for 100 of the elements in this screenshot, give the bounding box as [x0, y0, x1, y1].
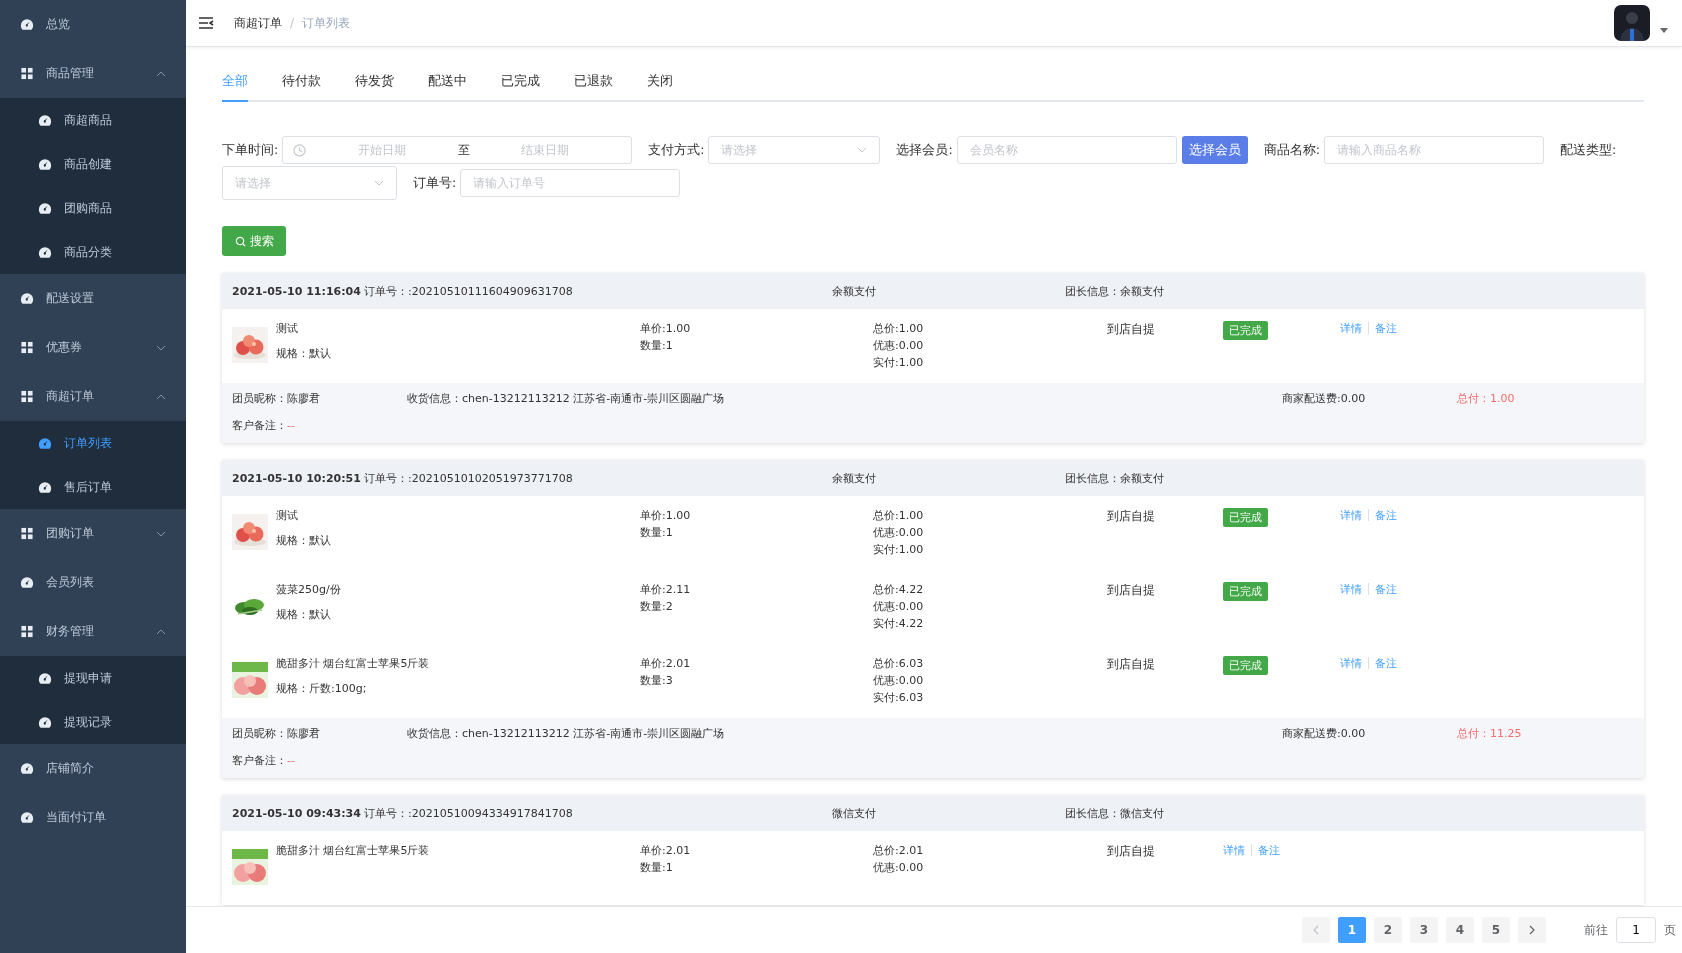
menu-item[interactable]: 订单列表 — [0, 421, 186, 465]
tab[interactable]: 待付款 — [282, 73, 321, 102]
menu-item[interactable]: 总览 — [0, 0, 186, 49]
menu-item[interactable]: 团购商品 — [0, 186, 186, 230]
tab[interactable]: 已退款 — [574, 73, 613, 102]
grid-icon — [20, 527, 34, 540]
chevron-left-icon — [1313, 925, 1319, 935]
menu-item[interactable]: 售后订单 — [0, 465, 186, 509]
status-badge: 已完成 — [1223, 321, 1268, 340]
order-time: 2021-05-10 10:20:51 — [232, 471, 362, 485]
order-time: 2021-05-10 11:16:04 — [232, 284, 362, 298]
clock-icon — [293, 143, 307, 157]
gauge-icon — [20, 762, 34, 775]
gauge-icon — [38, 157, 52, 171]
payment-method: 微信支付 — [832, 805, 877, 821]
quantity: 数量:1 — [640, 860, 674, 875]
menu-item[interactable]: 店铺简介 — [0, 744, 186, 793]
payment-method: 余额支付 — [832, 470, 877, 486]
menu-item[interactable]: 商品创建 — [0, 142, 186, 186]
page-button[interactable]: 2 — [1374, 917, 1402, 943]
shipping-info: 收货信息：chen-13212113212 江苏省-南通市-崇川区圆融广场 — [407, 391, 726, 406]
total-price: 总价:6.03 — [873, 656, 925, 671]
unit-price: 单价:2.01 — [640, 843, 692, 858]
gauge-icon — [38, 201, 52, 215]
product-name: 菠菜250g/份 — [276, 582, 341, 597]
quantity: 数量:2 — [640, 599, 674, 614]
discount: 优惠:0.00 — [873, 338, 925, 353]
input-field[interactable]: 请输入商品名称 — [1323, 136, 1544, 164]
status-badge: 已完成 — [1223, 582, 1268, 601]
unit-price: 单价:1.00 — [640, 508, 692, 523]
total-price: 总价:4.22 — [873, 582, 925, 597]
product-name: 脆甜多汁 烟台红富士苹果5斤装 — [276, 656, 430, 671]
menu-item[interactable]: 优惠券 — [0, 323, 186, 372]
menu-item[interactable]: 商超订单 — [0, 372, 186, 421]
delivery-method: 到店自提 — [1107, 657, 1155, 671]
tab[interactable]: 配送中 — [428, 73, 467, 102]
unit-price: 单价:2.01 — [640, 656, 692, 671]
delivery-method: 到店自提 — [1107, 844, 1155, 858]
menu-item[interactable]: 财务管理 — [0, 607, 186, 656]
breadcrumb-separator: / — [290, 16, 295, 30]
breadcrumb-item[interactable]: 商超订单 — [234, 14, 282, 32]
gauge-icon — [38, 436, 52, 450]
paid-amount: 实付:4.22 — [873, 616, 925, 631]
remark-value: -- — [287, 754, 295, 767]
input-field[interactable]: 请输入订单号 — [460, 169, 681, 197]
breadcrumb-item: 订单列表 — [302, 14, 351, 32]
page-button[interactable]: 4 — [1446, 917, 1474, 943]
remark-label: 客户备注： — [232, 753, 287, 768]
total-paid: 总付：11.25 — [1457, 726, 1522, 741]
menu-icon[interactable] — [198, 16, 214, 30]
status-badge: 已完成 — [1223, 656, 1268, 675]
chevron-icon — [374, 180, 384, 186]
date-range-field[interactable]: 开始日期 至 结束日期 — [282, 136, 633, 164]
menu-item[interactable]: 提现记录 — [0, 700, 186, 744]
menu-item[interactable]: 当面付订单 — [0, 793, 186, 842]
goto-label: 前往 — [1584, 921, 1608, 939]
caret-icon[interactable] — [1660, 27, 1668, 33]
remark-label: 客户备注： — [232, 418, 287, 433]
page-button[interactable]: 3 — [1410, 917, 1438, 943]
product-spec: 规格：斤数:100g; — [276, 681, 368, 696]
gauge-icon — [20, 18, 34, 31]
chevron-icon — [156, 628, 166, 635]
input-field[interactable]: 会员名称 — [956, 136, 1177, 164]
menu-item[interactable]: 配送设置 — [0, 274, 186, 323]
chevron-icon — [156, 393, 166, 400]
tab[interactable]: 待发货 — [355, 73, 394, 102]
chevron-icon — [156, 530, 166, 537]
total-price: 总价:1.00 — [873, 321, 925, 336]
field-label: 配送类型: — [1559, 141, 1617, 159]
field-label: 支付方式: — [648, 141, 705, 159]
page-input[interactable]: 1 — [1616, 917, 1656, 943]
order-time: 2021-05-10 09:43:34 — [232, 806, 362, 820]
status-badge: 已完成 — [1223, 508, 1268, 527]
product-spec: 规格：默认 — [276, 607, 332, 622]
gauge-icon — [38, 113, 52, 127]
tab[interactable]: 已完成 — [501, 73, 540, 102]
menu-item[interactable]: 商超商品 — [0, 98, 186, 142]
product-name: 脆甜多汁 烟台红富士苹果5斤装 — [276, 843, 430, 858]
menu-item[interactable]: 会员列表 — [0, 558, 186, 607]
menu-item[interactable]: 商品管理 — [0, 49, 186, 98]
delivery-fee: 商家配送费:0.00 — [1282, 391, 1367, 406]
search-icon — [234, 235, 246, 247]
total-paid: 总付：1.00 — [1457, 391, 1515, 406]
delivery-fee: 商家配送费:0.00 — [1282, 726, 1367, 741]
menu-item[interactable]: 商品分类 — [0, 230, 186, 274]
menu-item[interactable]: 团购订单 — [0, 509, 186, 558]
tab[interactable]: 关闭 — [647, 73, 673, 102]
chevron-right-icon — [1529, 925, 1535, 935]
avatar[interactable] — [1614, 5, 1650, 41]
discount: 优惠:0.00 — [873, 599, 925, 614]
grid-icon — [20, 341, 34, 354]
menu-item[interactable]: 提现申请 — [0, 656, 186, 700]
select-member-button[interactable]: 选择会员 — [1181, 136, 1248, 164]
chevron-icon — [857, 147, 868, 153]
leader-info: 团长信息：余额支付 — [1065, 283, 1164, 299]
order-number: 订单号：:20210510094334917841708 — [364, 805, 574, 821]
remark-value: -- — [287, 419, 295, 432]
gauge-icon — [38, 715, 52, 729]
page-button[interactable]: 5 — [1482, 917, 1510, 943]
order-number: 订单号：:20210510111604909631708 — [364, 283, 574, 299]
